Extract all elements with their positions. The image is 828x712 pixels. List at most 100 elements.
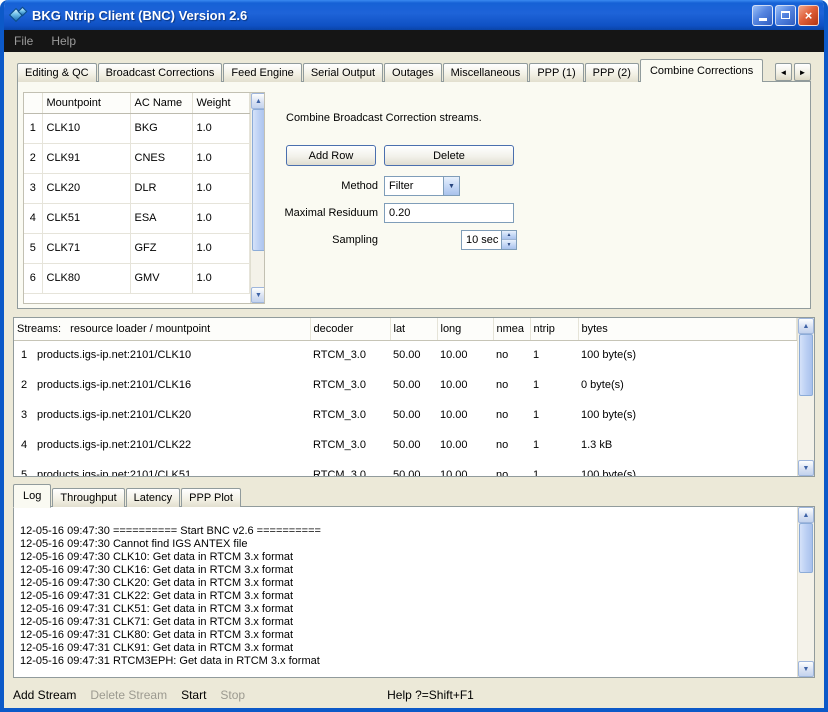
cell-long: 10.00 — [437, 370, 493, 400]
method-label: Method — [268, 176, 378, 196]
sampling-spinner[interactable]: 10 sec ▲ ▼ — [461, 230, 517, 250]
table-row[interactable]: 1CLK10BKG1.0 — [24, 113, 249, 143]
cell-weight: 1.0 — [192, 173, 249, 203]
table-row[interactable]: 1products.igs-ip.net:2101/CLK10RTCM_3.05… — [14, 340, 797, 370]
table-row[interactable]: 4products.igs-ip.net:2101/CLK22RTCM_3.05… — [14, 430, 797, 460]
row-number[interactable]: 5 — [24, 233, 42, 263]
log-line: 12-05-16 09:47:30 ========== Start BNC v… — [20, 525, 797, 538]
add-row-button[interactable]: Add Row — [286, 145, 376, 166]
tab-serial-output[interactable]: Serial Output — [303, 63, 383, 82]
cell-mountpoint: products.igs-ip.net:2101/CLK10 — [34, 340, 310, 370]
table-row[interactable]: 3CLK20DLR1.0 — [24, 173, 249, 203]
streams-header-ntrip[interactable]: ntrip — [530, 318, 578, 340]
scroll-up-icon[interactable]: ▲ — [798, 507, 814, 523]
close-button[interactable]: × — [798, 5, 819, 26]
scroll-thumb[interactable] — [799, 523, 813, 573]
streams-header-long[interactable]: long — [437, 318, 493, 340]
mount-column-header[interactable]: Weight — [192, 93, 249, 113]
row-number[interactable]: 3 — [24, 173, 42, 203]
tab-scroll-right-button[interactable]: ► — [794, 63, 811, 81]
scroll-down-icon[interactable]: ▼ — [251, 287, 266, 303]
bottom-tab-bar: LogThroughputLatencyPPP Plot — [13, 487, 815, 507]
table-row[interactable]: 4CLK51ESA1.0 — [24, 203, 249, 233]
streams-header-lat[interactable]: lat — [390, 318, 437, 340]
chevron-down-icon[interactable]: ▼ — [443, 177, 459, 195]
tab-feed-engine[interactable]: Feed Engine — [223, 63, 301, 82]
scroll-up-icon[interactable]: ▲ — [798, 318, 814, 334]
row-number[interactable]: 1 — [24, 113, 42, 143]
tab-scroll-left-button[interactable]: ◄ — [775, 63, 792, 81]
table-row[interactable]: 6CLK80GMV1.0 — [24, 263, 249, 293]
row-number[interactable]: 5 — [14, 460, 34, 477]
row-number[interactable]: 2 — [24, 143, 42, 173]
row-number[interactable]: 6 — [24, 263, 42, 293]
table-row[interactable]: 2CLK91CNES1.0 — [24, 143, 249, 173]
cell-ac-name: DLR — [130, 173, 192, 203]
scroll-track[interactable] — [798, 523, 814, 661]
mount-column-header[interactable]: Mountpoint — [42, 93, 130, 113]
minimize-icon — [759, 18, 767, 21]
menu-help[interactable]: Help — [51, 34, 76, 48]
tab-latency[interactable]: Latency — [126, 488, 181, 507]
spin-down-icon[interactable]: ▼ — [502, 240, 516, 249]
combine-corrections-panel: MountpointAC NameWeight1CLK10BKG1.02CLK9… — [17, 81, 811, 309]
menu-file[interactable]: File — [14, 34, 33, 48]
log-line: 12-05-16 09:47:31 RTCM3EPH: Get data in … — [20, 655, 797, 668]
method-select[interactable]: Filter ▼ — [384, 176, 460, 196]
spin-up-icon[interactable]: ▲ — [502, 231, 516, 240]
scroll-down-icon[interactable]: ▼ — [798, 661, 814, 677]
scroll-track[interactable] — [798, 334, 814, 460]
tab-throughput[interactable]: Throughput — [52, 488, 124, 507]
row-number[interactable]: 1 — [14, 340, 34, 370]
scroll-down-icon[interactable]: ▼ — [798, 460, 814, 476]
streams-header-decoder[interactable]: decoder — [310, 318, 390, 340]
maximal-residuum-input[interactable] — [384, 203, 514, 223]
row-number[interactable]: 3 — [14, 400, 34, 430]
tab-editing-qc[interactable]: Editing & QC — [17, 63, 97, 82]
log-line: 12-05-16 09:47:30 CLK10: Get data in RTC… — [20, 551, 797, 564]
tab-row: Editing & QCBroadcast CorrectionsFeed En… — [17, 60, 811, 82]
tab-log[interactable]: Log — [13, 484, 51, 508]
title-bar: BKG Ntrip Client (BNC) Version 2.6 × — [4, 0, 824, 30]
tab-ppp-plot[interactable]: PPP Plot — [181, 488, 241, 507]
delete-stream-button: Delete Stream — [90, 688, 167, 702]
log-scrollbar[interactable]: ▲▼ — [797, 507, 814, 677]
tab-ppp-1[interactable]: PPP (1) — [529, 63, 583, 82]
scroll-up-icon[interactable]: ▲ — [251, 93, 266, 109]
sampling-value: 10 sec — [462, 234, 501, 246]
tab-outages[interactable]: Outages — [384, 63, 442, 82]
cell-nmea: no — [493, 460, 530, 477]
minimize-button[interactable] — [752, 5, 773, 26]
tab-broadcast-corrections[interactable]: Broadcast Corrections — [98, 63, 223, 82]
row-number[interactable]: 2 — [14, 370, 34, 400]
table-row[interactable]: 2products.igs-ip.net:2101/CLK16RTCM_3.05… — [14, 370, 797, 400]
cell-ntrip: 1 — [530, 400, 578, 430]
scroll-track[interactable] — [251, 109, 266, 287]
streams-header-bytes[interactable]: bytes — [578, 318, 797, 340]
combine-table-scrollbar[interactable]: ▲▼ — [250, 93, 266, 303]
delete-button[interactable]: Delete — [384, 145, 514, 166]
cell-decoder: RTCM_3.0 — [310, 400, 390, 430]
table-row[interactable]: 5products.igs-ip.net:2101/CLK51RTCM_3.05… — [14, 460, 797, 477]
table-row[interactable]: 3products.igs-ip.net:2101/CLK20RTCM_3.05… — [14, 400, 797, 430]
scroll-thumb[interactable] — [252, 109, 266, 251]
action-bar: Add StreamDelete StreamStartStop Help ?=… — [13, 685, 815, 705]
row-number[interactable]: 4 — [24, 203, 42, 233]
tab-miscellaneous[interactable]: Miscellaneous — [443, 63, 529, 82]
mount-column-header[interactable] — [24, 93, 42, 113]
mount-column-header[interactable]: AC Name — [130, 93, 192, 113]
log-panel: 12-05-16 09:47:30 ========== Start BNC v… — [13, 506, 815, 678]
tab-ppp-2[interactable]: PPP (2) — [585, 63, 639, 82]
streams-header-mountpoint[interactable]: Streams: resource loader / mountpoint — [14, 318, 310, 340]
table-row[interactable]: 5CLK71GFZ1.0 — [24, 233, 249, 263]
scroll-thumb[interactable] — [799, 334, 813, 396]
add-stream-button[interactable]: Add Stream — [13, 688, 76, 702]
streams-header-nmea[interactable]: nmea — [493, 318, 530, 340]
tab-combine-corrections[interactable]: Combine Corrections — [640, 59, 763, 82]
streams-scrollbar[interactable]: ▲▼ — [797, 318, 814, 476]
row-number[interactable]: 4 — [14, 430, 34, 460]
maximize-button[interactable] — [775, 5, 796, 26]
start-button[interactable]: Start — [181, 688, 206, 702]
cell-decoder: RTCM_3.0 — [310, 370, 390, 400]
cell-mountpoint: CLK20 — [42, 173, 130, 203]
